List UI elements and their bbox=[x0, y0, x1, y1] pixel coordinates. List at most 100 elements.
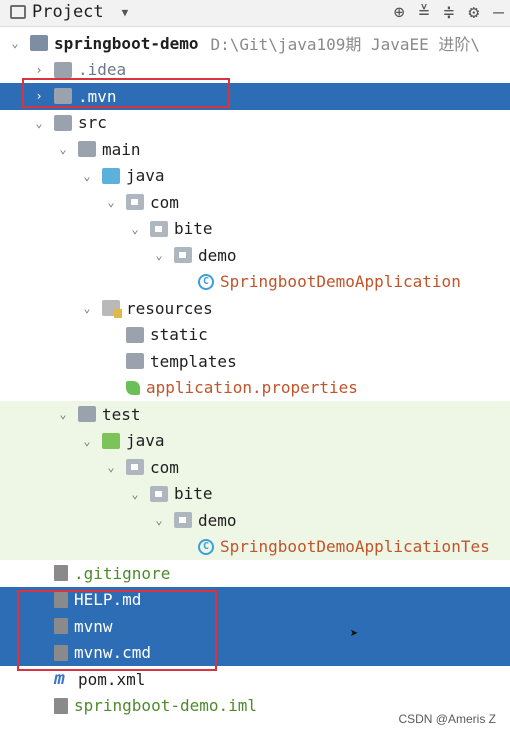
folder-icon bbox=[54, 88, 72, 105]
folder-icon bbox=[78, 141, 96, 158]
tree-item-label: pom.xml bbox=[78, 669, 146, 689]
package-icon bbox=[126, 459, 144, 476]
tree-row-demo[interactable]: ⌄ demo bbox=[0, 242, 510, 269]
tree-row-src[interactable]: ⌄ src bbox=[0, 110, 510, 137]
tree-row-mvnw[interactable]: mvnw bbox=[0, 613, 510, 640]
chevron-down-icon[interactable]: ⌄ bbox=[8, 36, 22, 50]
tree-item-label: mvnw.cmd bbox=[74, 643, 152, 663]
tree-row-pom-xml[interactable]: m pom.xml bbox=[0, 666, 510, 693]
watermark: CSDN @Ameris Z bbox=[398, 712, 496, 726]
tree-row-mvnw-cmd[interactable]: mvnw.cmd bbox=[0, 639, 510, 666]
tree-row-bite[interactable]: ⌄ bite bbox=[0, 480, 510, 507]
ignored-file-icon bbox=[54, 565, 68, 582]
module-folder-icon bbox=[30, 35, 48, 52]
project-path: D:\Git\java109期 JavaEE 进阶\ bbox=[210, 35, 481, 55]
crosshair-icon[interactable]: ⊕ bbox=[394, 2, 405, 23]
tree-item-label: bite bbox=[174, 484, 213, 504]
project-toolbar: Project ▼ ⊕ ≚ ≑ ⚙ — bbox=[0, 0, 510, 27]
tree-row-java[interactable]: ⌄ java bbox=[0, 427, 510, 454]
tree-row-application-properties[interactable]: application.properties bbox=[0, 375, 510, 402]
tree-item-label: bite bbox=[174, 219, 213, 239]
tree-item-label: resources bbox=[126, 298, 213, 318]
chevron-down-icon[interactable]: ⌄ bbox=[56, 142, 70, 156]
tree-item-label: templates bbox=[150, 351, 237, 371]
tree-item-label: SpringbootDemoApplicationTes bbox=[220, 537, 490, 557]
minimize-icon[interactable]: — bbox=[493, 2, 504, 23]
tree-item-label: static bbox=[150, 325, 208, 345]
tree-row-static[interactable]: static bbox=[0, 322, 510, 349]
mouse-cursor-icon: ➤ bbox=[350, 626, 359, 642]
tree-row-com[interactable]: ⌄ com bbox=[0, 189, 510, 216]
dropdown-caret-icon[interactable]: ▼ bbox=[122, 6, 129, 19]
tree-row--mvn[interactable]: › .mvn bbox=[0, 83, 510, 110]
chevron-down-icon[interactable]: ⌄ bbox=[104, 195, 118, 209]
tree-item-label: test bbox=[102, 404, 141, 424]
package-icon bbox=[174, 247, 192, 264]
chevron-right-icon[interactable]: › bbox=[32, 63, 46, 77]
tree-item-label: SpringbootDemoApplication bbox=[220, 272, 461, 292]
tree-item-label: src bbox=[78, 113, 107, 133]
chevron-right-icon[interactable]: › bbox=[32, 89, 46, 103]
tree-row-demo[interactable]: ⌄ demo bbox=[0, 507, 510, 534]
markdown-file-icon bbox=[54, 591, 68, 608]
test-root-icon bbox=[102, 432, 120, 449]
expand-all-icon[interactable]: ≚ bbox=[419, 2, 430, 23]
tree-row-java[interactable]: ⌄ java bbox=[0, 163, 510, 190]
spring-properties-icon bbox=[126, 380, 140, 395]
chevron-down-icon[interactable]: ⌄ bbox=[128, 222, 142, 236]
tree-row-resources[interactable]: ⌄ resources bbox=[0, 295, 510, 322]
project-folder-icon bbox=[10, 5, 26, 19]
chevron-down-icon[interactable]: ⌄ bbox=[152, 513, 166, 527]
tree-row-bite[interactable]: ⌄ bite bbox=[0, 216, 510, 243]
maven-icon: m bbox=[54, 668, 65, 690]
tree-row-help-md[interactable]: HELP.md bbox=[0, 586, 510, 613]
source-root-icon bbox=[102, 167, 120, 184]
tree-row-main[interactable]: ⌄ main bbox=[0, 136, 510, 163]
tree-row-springbootdemoapplication[interactable]: C SpringbootDemoApplication bbox=[0, 269, 510, 296]
tree-row-springboot-demo[interactable]: ⌄ springboot-demo D:\Git\java109期 JavaEE 进… bbox=[0, 30, 510, 57]
chevron-down-icon[interactable]: ⌄ bbox=[56, 407, 70, 421]
project-tree: ⌄ springboot-demo D:\Git\java109期 JavaEE 进… bbox=[0, 30, 510, 719]
tree-item-label: .mvn bbox=[78, 86, 117, 106]
tree-item-label: demo bbox=[198, 245, 237, 265]
tree-row-test[interactable]: ⌄ test bbox=[0, 401, 510, 428]
tree-item-label: com bbox=[150, 192, 179, 212]
tree-item-label: HELP.md bbox=[74, 590, 142, 610]
tree-item-label: demo bbox=[198, 510, 237, 530]
package-icon bbox=[174, 512, 192, 529]
tree-row-com[interactable]: ⌄ com bbox=[0, 454, 510, 481]
folder-icon bbox=[78, 406, 96, 423]
shell-script-icon bbox=[54, 618, 68, 635]
chevron-down-icon[interactable]: ⌄ bbox=[152, 248, 166, 262]
tree-item-label: main bbox=[102, 139, 141, 159]
tree-item-label: springboot-demo.iml bbox=[74, 696, 258, 716]
chevron-down-icon[interactable]: ⌄ bbox=[80, 434, 94, 448]
package-icon bbox=[126, 194, 144, 211]
tree-row-templates[interactable]: templates bbox=[0, 348, 510, 375]
tree-item-label: application.properties bbox=[146, 378, 358, 398]
module-file-icon bbox=[54, 697, 68, 714]
chevron-down-icon[interactable]: ⌄ bbox=[32, 116, 46, 130]
tree-item-label: .gitignore bbox=[74, 563, 171, 583]
chevron-down-icon[interactable]: ⌄ bbox=[80, 169, 94, 183]
tree-item-label: springboot-demo bbox=[54, 33, 199, 53]
folder-icon bbox=[54, 114, 72, 131]
tree-item-label: .idea bbox=[78, 60, 127, 80]
chevron-down-icon[interactable]: ⌄ bbox=[128, 487, 142, 501]
chevron-down-icon[interactable]: ⌄ bbox=[80, 301, 94, 315]
collapse-all-icon[interactable]: ≑ bbox=[443, 2, 454, 23]
project-view-selector[interactable]: Project ▼ bbox=[10, 2, 128, 22]
chevron-down-icon[interactable]: ⌄ bbox=[104, 460, 118, 474]
gear-icon[interactable]: ⚙ bbox=[468, 2, 479, 23]
folder-icon bbox=[126, 326, 144, 343]
tree-row--idea[interactable]: › .idea bbox=[0, 57, 510, 84]
tree-row-springbootdemoapplicationtes[interactable]: C SpringbootDemoApplicationTes bbox=[0, 533, 510, 560]
package-icon bbox=[150, 485, 168, 502]
spring-class-icon: C bbox=[198, 538, 214, 555]
text-file-icon bbox=[54, 644, 68, 661]
tree-item-label: mvnw bbox=[74, 616, 113, 636]
folder-icon bbox=[54, 61, 72, 78]
tree-item-label: java bbox=[126, 431, 165, 451]
tree-row--gitignore[interactable]: .gitignore bbox=[0, 560, 510, 587]
panel-title: Project bbox=[32, 2, 104, 22]
